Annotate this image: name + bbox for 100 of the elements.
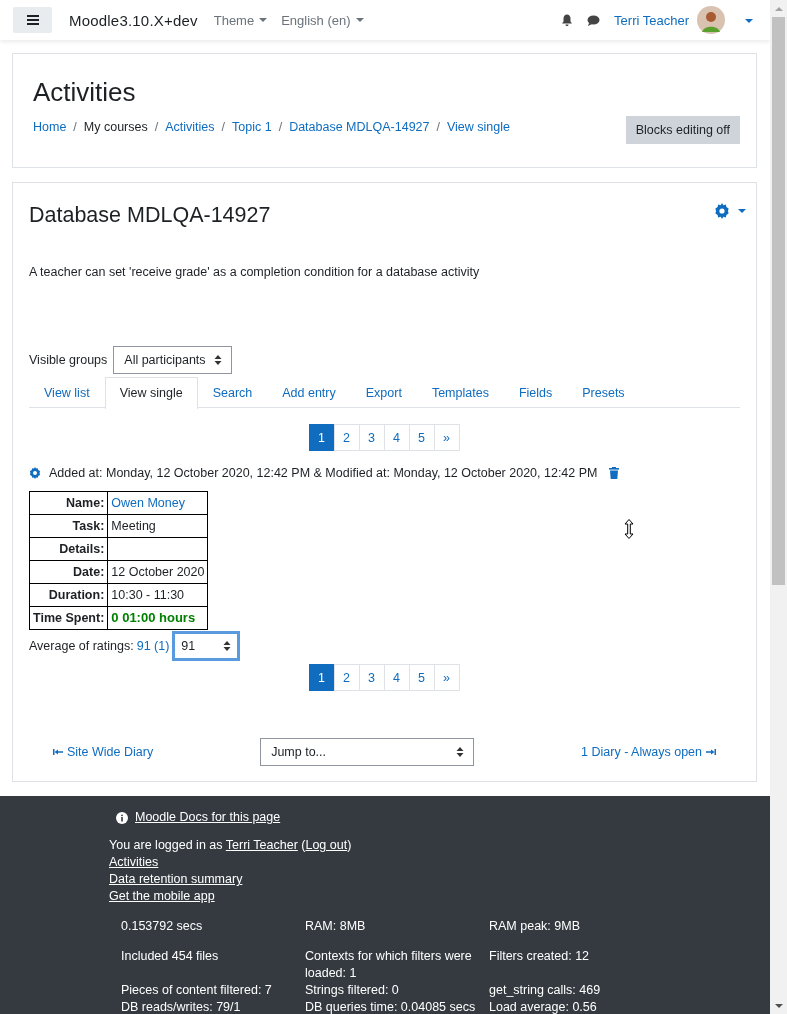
performance-stat: RAM: 8MB [305, 918, 367, 935]
performance-stat: get_string calls: 469 [489, 982, 602, 999]
activity-description: A teacher can set 'receive grade' as a completion condition for a database activity [29, 264, 481, 281]
performance-stat: Strings filtered: 0 [305, 982, 400, 999]
settings-icon[interactable] [29, 467, 41, 479]
page-link[interactable]: 2 [333, 424, 360, 451]
breadcrumb-link[interactable]: Home [33, 120, 67, 134]
page-title: Activities [33, 76, 137, 109]
field-label: Name: [29, 491, 108, 515]
footer-link[interactable]: Data retention summary [109, 871, 243, 888]
menu-dropdown[interactable]: English (en) [281, 12, 364, 28]
field-value: 0 01:00 hours [107, 606, 208, 630]
field-value: 12 October 2020 [107, 560, 208, 584]
page-link[interactable]: 2 [333, 664, 360, 691]
caret-icon [355, 18, 364, 22]
caret-icon [259, 18, 268, 22]
page-link[interactable]: 3 [358, 424, 385, 451]
performance-stat: DB queries time: 0.04085 secs [305, 999, 477, 1014]
field-label: Date: [29, 560, 108, 584]
settings-icon [714, 203, 730, 219]
caret-icon [738, 209, 746, 213]
user-link[interactable]: Terri Teacher [225, 838, 298, 852]
menu-icon [26, 15, 39, 25]
field-link[interactable]: Owen Money [107, 491, 208, 515]
ratings-link[interactable]: 91 (1) [136, 638, 170, 653]
page-link[interactable]: 5 [408, 664, 435, 691]
caret-icon [745, 19, 753, 24]
breadcrumb-separator: / [436, 120, 440, 134]
select-arrows-icon [456, 746, 465, 758]
entry-dates: Added at: Monday, 12 October 2020, 12:42 PM & Modified at: Monday, 12 October 2020, 12:42 PM [49, 466, 598, 480]
tab[interactable]: Templates [416, 377, 504, 408]
page-link[interactable]: 4 [383, 424, 410, 451]
next-activity-link[interactable]: 1 Diary - Always open [581, 745, 716, 759]
settings-menu[interactable] [714, 203, 746, 219]
jump-to-select[interactable]: Jump to... [260, 738, 475, 766]
page-link[interactable]: 4 [383, 664, 410, 691]
avatar-icon [697, 6, 725, 34]
breadcrumb-link[interactable]: Topic 1 [232, 120, 272, 134]
performance-stat: 0.153792 secs [121, 918, 204, 935]
tab[interactable]: View single [104, 377, 198, 409]
performance-stat: Filters created: 12 [489, 948, 591, 965]
arrow-left-icon [53, 748, 63, 756]
page-link[interactable]: 1 [308, 664, 335, 691]
footer-link[interactable]: Get the mobile app [109, 888, 215, 905]
scrollbar-thumb[interactable] [772, 17, 785, 585]
performance-stat: Included 454 files [121, 948, 220, 965]
field-label: Details: [29, 537, 108, 561]
select-arrows-icon [213, 354, 222, 366]
site-name[interactable]: Moodle3.10.X+dev [69, 11, 198, 29]
docs-link[interactable]: Moodle Docs for this page [135, 809, 281, 826]
performance-stat: Contexts for which filters were loaded: 1 [305, 948, 473, 982]
trash-icon[interactable] [609, 467, 620, 479]
performance-stat: Pieces of content filtered: 7 [121, 982, 273, 999]
breadcrumb-separator: / [278, 120, 283, 134]
tab[interactable]: Presets [567, 377, 640, 408]
breadcrumb-separator: / [154, 120, 159, 134]
breadcrumb-separator: / [221, 120, 226, 134]
tab[interactable]: Export [350, 377, 417, 408]
page-link[interactable]: » [433, 664, 460, 691]
logout-link[interactable]: Log out [305, 838, 348, 852]
tab[interactable]: Fields [503, 377, 568, 408]
page-link[interactable]: 1 [308, 424, 335, 451]
ratings-label: Average of ratings: [29, 638, 134, 653]
tab[interactable]: Search [197, 377, 268, 408]
performance-stat: Load average: 0.56 [489, 999, 598, 1014]
breadcrumb-link[interactable]: Database MDLQA-14927 [289, 120, 430, 134]
menu-dropdown[interactable]: Theme [213, 12, 268, 28]
scroll-up-icon [774, 5, 783, 12]
breadcrumb-separator: / [73, 120, 77, 134]
groups-select[interactable]: All participants [113, 346, 232, 374]
page-link[interactable]: » [433, 424, 460, 451]
user-name[interactable]: Terri Teacher [614, 12, 689, 28]
breadcrumb-item: My courses [83, 120, 148, 134]
tab[interactable]: Add entry [267, 377, 351, 408]
resize-cursor-icon [623, 519, 635, 539]
page-link[interactable]: 3 [358, 664, 385, 691]
tab[interactable]: View list [29, 377, 105, 408]
previous-activity-link[interactable]: Site Wide Diary [53, 745, 154, 759]
field-value: Meeting [107, 514, 208, 538]
performance-stat: RAM peak: 9MB [489, 918, 581, 935]
field-value: 10:30 - 11:30 [107, 583, 208, 607]
page-link[interactable]: 5 [408, 424, 435, 451]
breadcrumb-link[interactable]: View single [446, 120, 510, 134]
footer-link[interactable]: Activities [109, 854, 159, 871]
bell-icon[interactable] [561, 14, 574, 26]
field-label: Task: [29, 514, 108, 538]
scroll-down-icon [774, 1002, 783, 1009]
chat-icon[interactable] [587, 14, 601, 26]
rating-select[interactable]: 91 [172, 631, 241, 661]
activity-title: Database MDLQA-14927 [29, 202, 271, 229]
login-info: You are logged in as Terri Teacher (Log out) [109, 837, 353, 854]
field-label: Time Spent: [29, 606, 108, 630]
blocks-editing-button[interactable]: Blocks editing off [625, 116, 740, 144]
breadcrumb-link[interactable]: Activities [165, 120, 215, 134]
menu-button[interactable] [13, 7, 52, 33]
arrow-right-icon [706, 748, 716, 756]
info-icon [116, 811, 128, 824]
select-arrows-icon [223, 640, 232, 652]
groups-label: Visible groups [29, 353, 108, 367]
performance-stat: DB reads/writes: 79/1 [121, 999, 242, 1014]
